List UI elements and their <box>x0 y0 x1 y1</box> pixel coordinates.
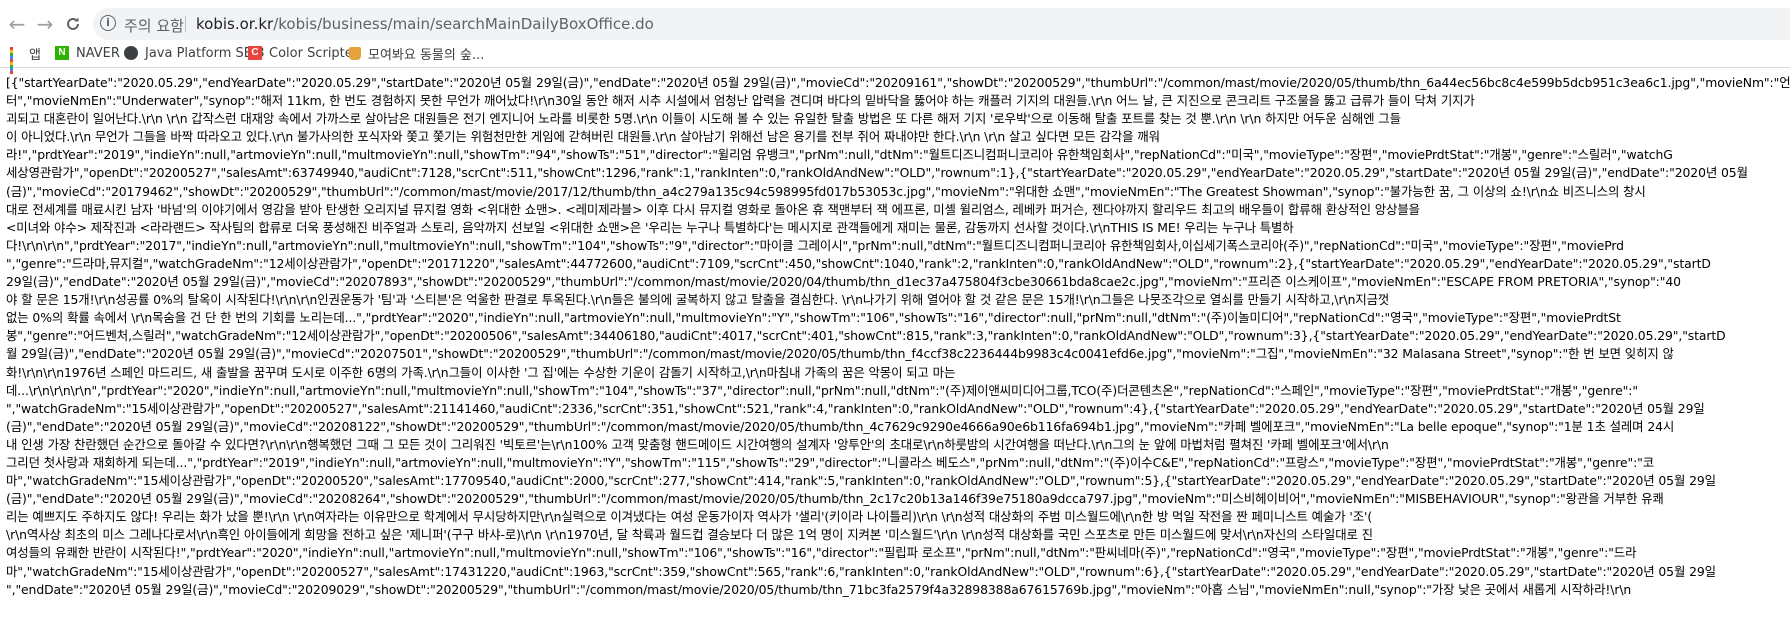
json-line: (금)","endDate":"2020년 05월 29일(금)","movie… <box>6 491 1664 507</box>
naver-icon: N <box>55 46 69 60</box>
json-line: 리는 예쁘지도 주하지도 않다! 우리는 화가 났을 뿐!\r\n \r\n여자… <box>6 509 1373 525</box>
json-line: 이 아니었다.\r\n 무언가 그들을 바짝 따라오고 있다.\r\n 불가사의… <box>6 129 1160 145</box>
bookmark-label: Java Platform SE 8 <box>145 45 265 61</box>
json-line: 없는 0%의 확률 속에서 \r\n목숨을 건 단 한 번의 기회를 노리는데.… <box>6 310 1621 326</box>
json-line: ","genre":"드라마,뮤지컬","watchGradeNm":"12세이… <box>6 255 1711 271</box>
json-line: 그리던 첫사랑과 재회하게 되는데...","prdtYear":"2019",… <box>6 454 1655 470</box>
reload-icon[interactable] <box>60 11 86 37</box>
json-line: (금)","movieCd":"20179462","showDt":"2020… <box>6 183 1646 199</box>
url-text[interactable]: kobis.or.kr/kobis/business/main/searchMa… <box>196 15 654 33</box>
json-line: 여성들의 유쾌한 반란이 시작된다!","prdtYear":"2020","i… <box>6 545 1637 561</box>
bookmarks-bar: 앱 N NAVER Java Platform SE 8 C Color Scr… <box>0 42 1790 74</box>
json-line: 라!","prdtYear":"2019","indieYn":null,"ar… <box>6 147 1673 163</box>
bookmark-label: 앱 <box>29 47 41 63</box>
bookmark-animal-crossing[interactable]: 모여봐요 동물의 숲... <box>349 43 484 63</box>
json-line: ","watchGradeNm":"15세이상관람가","openDt":"20… <box>6 400 1705 416</box>
json-line: 데...\r\n\r\n\r\n","prdtYear":"2020","ind… <box>6 382 1638 398</box>
reload-arrow-icon <box>67 17 79 30</box>
json-line: 터","movieNmEn":"Underwater","synop":"해저 … <box>6 93 1475 109</box>
apps-grid-icon <box>10 47 22 74</box>
url-host: kobis.or.kr <box>196 15 274 33</box>
security-label[interactable]: 주의 요함 <box>124 15 184 36</box>
json-line: ","endDate":"2020년 05월 29일(금)","movieCd"… <box>6 581 1632 597</box>
bookmark-color-scripter[interactable]: C Color Scripter <box>248 43 358 63</box>
json-line: 세상영관람가","openDt":"20200527","salesAmt":6… <box>6 165 1748 181</box>
json-line: 마","watchGradeNm":"15세이상관람가","openDt":"2… <box>6 473 1716 489</box>
bookmark-java-platform[interactable]: Java Platform SE 8 <box>124 43 264 63</box>
json-line: (금)","endDate":"2020년 05월 29일(금)","movie… <box>6 418 1675 434</box>
bookmark-naver[interactable]: N NAVER <box>55 43 120 63</box>
back-arrow-icon[interactable]: ← <box>4 11 30 37</box>
json-line: 괴되고 대혼란이 일어난다.\r\n \r\n 갑작스런 대재앙 속에서 가까스… <box>6 111 1401 127</box>
json-line: 내 인생 가장 찬란했던 순간으로 돌아갈 수 있다면?\r\n\r\n행복했던… <box>6 436 1389 452</box>
info-icon[interactable]: i <box>100 15 116 31</box>
color-scripter-icon: C <box>248 46 262 60</box>
globe-icon <box>124 46 138 60</box>
json-line: 봉","genre":"어드벤처,스릴러","watchGradeNm":"12… <box>6 328 1726 344</box>
json-text: [{"startYearDate":"2020.05.29","endYearD… <box>6 74 1790 599</box>
json-line: 화!\r\n\r\n1976년 스페인 마드리드, 새 출발을 꿈꾸며 도시로 … <box>6 364 956 380</box>
bookmark-apps[interactable]: 앱 <box>10 43 41 74</box>
json-line: 야 할 문은 15개!\r\n성공률 0%의 탈옥이 시작된다!\r\n\r\n… <box>6 292 1390 308</box>
json-line: [{"startYearDate":"2020.05.29","endYearD… <box>6 75 1790 90</box>
address-separator <box>185 16 186 32</box>
shopping-bag-icon <box>349 46 361 60</box>
bookmark-label: NAVER <box>76 45 120 61</box>
json-line: <미녀와 야수> 제작진과 <라라랜드> 작사팀의 합류로 더욱 풍성해진 비주… <box>6 219 1294 235</box>
json-line: 월 29일(금)","endDate":"2020년 05월 29일(금)","… <box>6 346 1674 362</box>
address-bar[interactable]: i 주의 요함 kobis.or.kr/kobis/business/main/… <box>93 8 1790 40</box>
navigation-bar: ← → i 주의 요함 kobis.or.kr/kobis/business/m… <box>0 4 1790 42</box>
json-line: 다!\r\n\r\n","prdtYear":"2017","indieYn":… <box>6 237 1624 253</box>
json-response-body: [{"startYearDate":"2020.05.29","endYearD… <box>6 74 1790 638</box>
browser-chrome: ← → i 주의 요함 kobis.or.kr/kobis/business/m… <box>0 0 1790 74</box>
json-line: \r\n역사상 최초의 미스 그레나다로서\r\n흑인 아이들에게 희망을 전하… <box>6 527 1373 543</box>
url-path: /kobis/business/main/searchMainDailyBoxO… <box>273 15 654 33</box>
forward-arrow-icon[interactable]: → <box>32 11 58 37</box>
json-line: 29일(금)","endDate":"2020년 05월 29일(금)","mo… <box>6 274 1681 290</box>
bookmark-label: Color Scripter <box>269 45 359 61</box>
json-line: 마","watchGradeNm":"15세이상관람가","openDt":"2… <box>6 563 1716 579</box>
json-line: 대로 전세계를 매료시킨 남자 '바넘'의 이야기에서 영감을 받아 탄생한 오… <box>6 201 1424 217</box>
bookmark-label: 모여봐요 동물의 숲... <box>368 47 485 63</box>
